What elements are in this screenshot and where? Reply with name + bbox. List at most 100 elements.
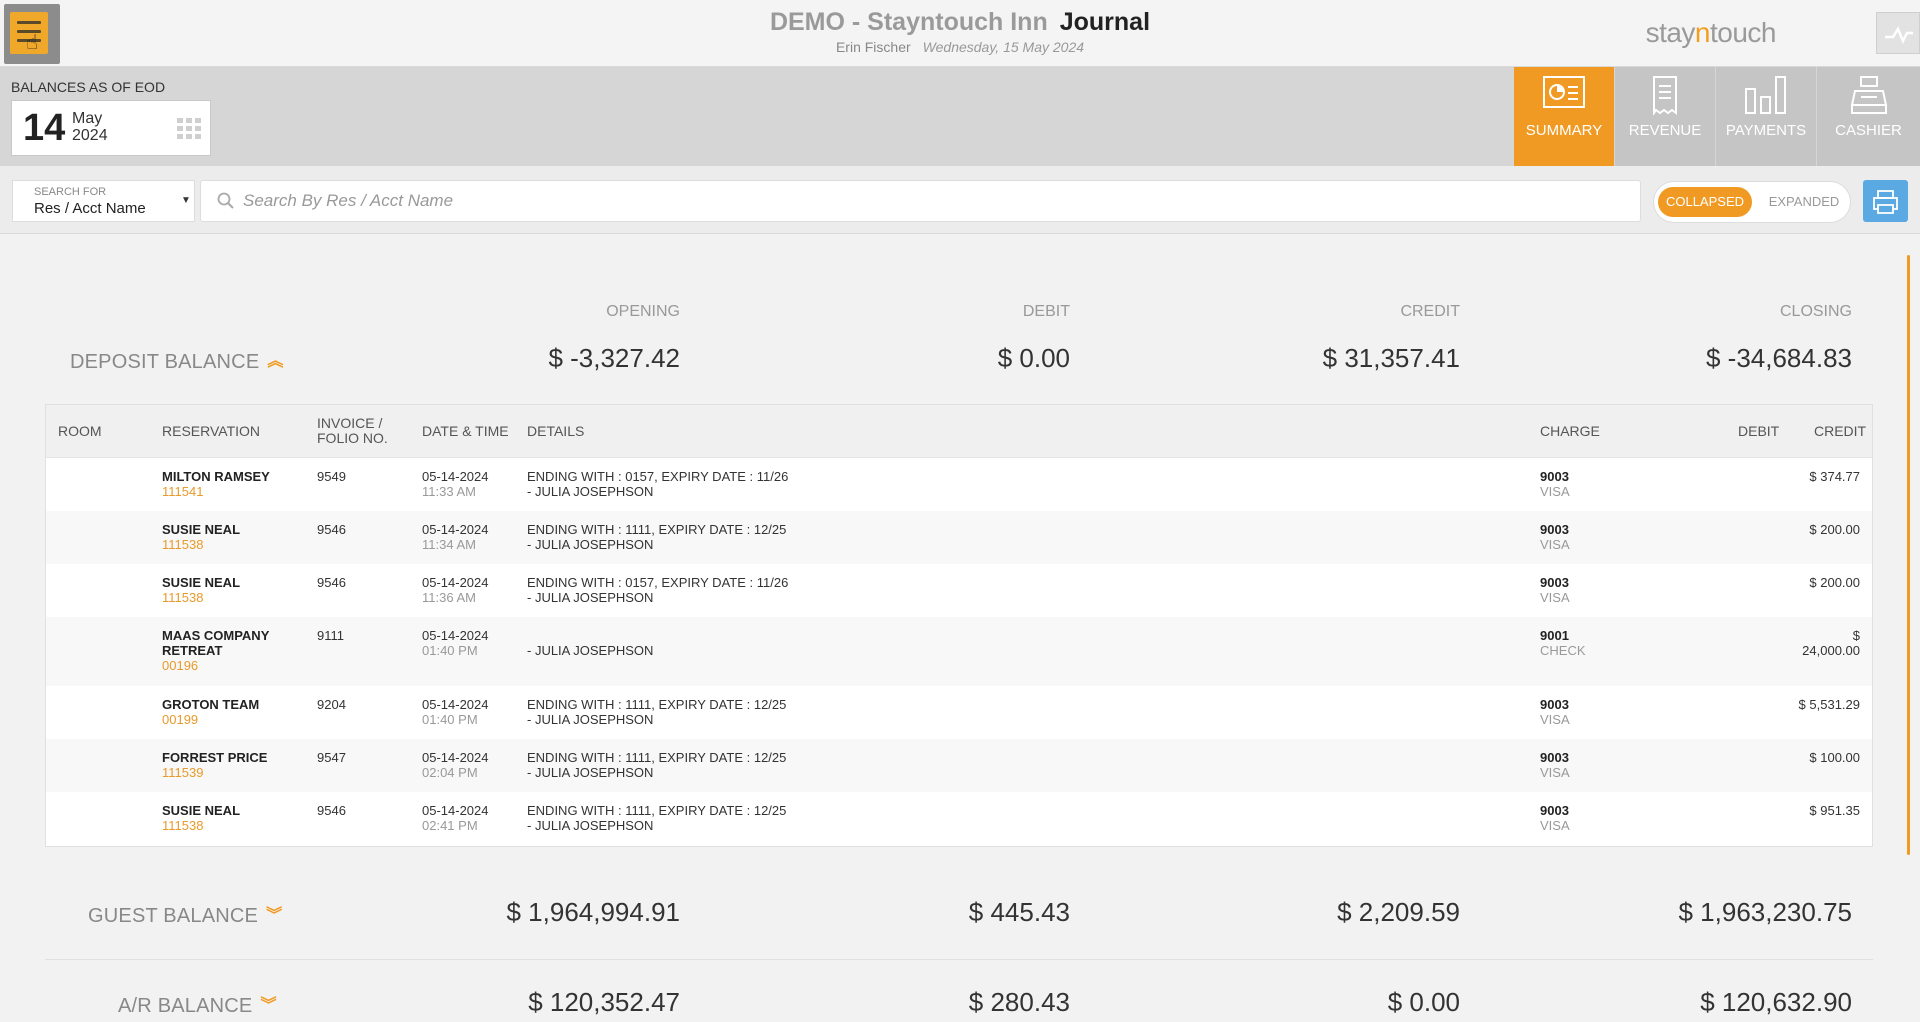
tab-payments-label: PAYMENTS — [1725, 122, 1807, 139]
search-for-select[interactable]: SEARCH FOR Res / Acct Name ▼ — [12, 180, 195, 222]
summary-chart-icon — [1543, 76, 1585, 108]
folio-number: 9204 — [317, 697, 346, 712]
tab-revenue-label: REVENUE — [1628, 122, 1702, 139]
payment-type: VISA — [1540, 484, 1570, 499]
eod-date-picker[interactable]: 14 May 2024 — [11, 100, 211, 156]
details-header: DETAILS — [527, 423, 585, 439]
expanded-option[interactable]: EXPANDED — [1764, 187, 1844, 217]
transaction-time: 11:34 AM — [422, 537, 476, 552]
reservation-cell[interactable]: GROTON TEAM 00199 — [162, 697, 282, 727]
credit-value: $ 5,531.29 — [1798, 697, 1860, 712]
table-row[interactable]: MILTON RAMSEY 111541 9549 05-14-2024 11:33 A… — [46, 458, 1872, 511]
tab-revenue[interactable]: REVENUE — [1615, 67, 1715, 166]
activity-button[interactable] — [1876, 12, 1920, 54]
date-year: 2024 — [72, 127, 108, 144]
table-row[interactable]: GROTON TEAM 00199 9204 05-14-2024 01:40 PM EN… — [46, 686, 1872, 739]
cashier-name: - JULIA JOSEPHSON — [527, 590, 654, 605]
transaction-time: 11:36 AM — [422, 590, 476, 605]
reservation-number[interactable]: 111539 — [162, 765, 282, 780]
search-field[interactable] — [200, 180, 1641, 222]
transaction-date: 05-14-2024 — [422, 522, 489, 537]
reservation-cell[interactable]: MAAS COMPANY RETREAT 00196 — [162, 628, 282, 673]
deposit-balance-toggle[interactable]: DEPOSIT BALANCE ︽ — [70, 347, 284, 374]
debit-header: DEBIT — [1738, 423, 1780, 439]
reservation-cell[interactable]: SUSIE NEAL 111538 — [162, 575, 282, 605]
reservation-number[interactable]: 111541 — [162, 484, 282, 499]
reservation-cell[interactable]: SUSIE NEAL 111538 — [162, 522, 282, 552]
table-row[interactable]: MAAS COMPANY RETREAT 00196 9111 05-14-2024 01… — [46, 617, 1872, 686]
cashier-name: - JULIA JOSEPHSON — [527, 712, 654, 727]
collapsed-option[interactable]: COLLAPSED — [1658, 187, 1752, 217]
datetime-cell: 05-14-2024 11:33 AM — [422, 469, 489, 499]
datetime-cell: 05-14-2024 02:04 PM — [422, 750, 489, 780]
date-month: May — [72, 110, 103, 127]
guest-name: SUSIE NEAL — [162, 575, 241, 590]
guest-closing: $ 1,963,230.75 — [1678, 897, 1853, 927]
table-row[interactable]: SUSIE NEAL 111538 9546 05-14-2024 02:41 PM EN… — [46, 792, 1872, 845]
tab-payments[interactable]: PAYMENTS — [1716, 67, 1816, 166]
search-input[interactable] — [243, 181, 1623, 221]
print-button[interactable] — [1863, 180, 1908, 222]
reservation-cell[interactable]: FORREST PRICE 111539 — [162, 750, 282, 780]
ar-opening: $ 120,352.47 — [528, 987, 680, 1017]
top-header: ☝ DEMO - Stayntouch Inn Journal Erin Fisc… — [0, 0, 1920, 67]
card-details — [527, 628, 653, 643]
table-row[interactable]: FORREST PRICE 111539 9547 05-14-2024 02:04 P… — [46, 739, 1872, 792]
credit-header: CREDIT — [1814, 423, 1867, 439]
reservation-cell[interactable]: SUSIE NEAL 111538 — [162, 803, 282, 833]
search-icon — [217, 192, 234, 209]
balances-bar: BALANCES AS OF EOD 14 May 2024 SUMMARY R… — [0, 67, 1920, 166]
debit-column-header: DEBIT — [1022, 303, 1070, 320]
transaction-time: 02:41 PM — [422, 818, 478, 833]
reservation-number[interactable]: 111538 — [162, 537, 282, 552]
transaction-date: 05-14-2024 — [422, 628, 489, 643]
view-toggle[interactable]: COLLAPSED EXPANDED — [1653, 181, 1851, 223]
guest-name: MILTON RAMSEY — [162, 469, 270, 484]
details-cell: ENDING WITH : 1111, EXPIRY DATE : 12/25-… — [527, 803, 786, 833]
guest-name: SUSIE NEAL — [162, 803, 241, 818]
guest-balance-toggle[interactable]: GUEST BALANCE ︾ — [88, 901, 282, 928]
tab-summary[interactable]: SUMMARY — [1514, 67, 1614, 166]
card-details: ENDING WITH : 1111, EXPIRY DATE : 12/25 — [527, 697, 787, 712]
reservation-number[interactable]: 111538 — [162, 818, 282, 833]
transaction-date: 05-14-2024 — [422, 750, 489, 765]
balance-divider — [45, 959, 1873, 960]
charge-code: 9003 — [1540, 469, 1569, 484]
balances-as-of-label: BALANCES AS OF EOD — [11, 79, 166, 95]
stayntouch-logo: stayntouch — [1645, 17, 1777, 48]
search-bar: SEARCH FOR Res / Acct Name ▼ COLLAPSED E… — [0, 166, 1920, 234]
transaction-time: 11:33 AM — [422, 484, 476, 499]
dropdown-caret-icon: ▼ — [181, 195, 191, 206]
reservation-number[interactable]: 00199 — [162, 712, 282, 727]
details-cell: ENDING WITH : 1111, EXPIRY DATE : 12/25-… — [527, 522, 786, 552]
table-row[interactable]: SUSIE NEAL 111538 9546 05-14-2024 11:36 AM EN… — [46, 564, 1872, 617]
reservation-number[interactable]: 111538 — [162, 590, 282, 605]
page-title: Journal — [1059, 8, 1151, 36]
hotel-name: DEMO - Stayntouch Inn — [769, 8, 1048, 36]
reservation-number[interactable]: 00196 — [162, 658, 282, 673]
charge-code: 9003 — [1540, 750, 1569, 765]
guest-name: FORREST PRICE — [162, 750, 268, 765]
guest-debit: $ 445.43 — [968, 897, 1070, 927]
activity-pulse-icon — [1885, 26, 1913, 45]
details-cell: ENDING WITH : 1111, EXPIRY DATE : 12/25-… — [527, 750, 786, 780]
charge-header: CHARGE — [1540, 423, 1600, 439]
invoice-header: INVOICE / FOLIO NO. — [317, 415, 388, 446]
scrollbar[interactable] — [1907, 255, 1910, 855]
card-details: ENDING WITH : 1111, EXPIRY DATE : 12/25 — [527, 803, 787, 818]
folio-number: 9111 — [317, 628, 344, 643]
tab-cashier-label: CASHIER — [1835, 122, 1902, 139]
reservation-cell[interactable]: MILTON RAMSEY 111541 — [162, 469, 282, 499]
charge-cell: 9003 VISA — [1540, 522, 1570, 552]
details-cell: - JULIA JOSEPHSON — [527, 628, 653, 658]
credit-amount: $ 951.35 — [1776, 803, 1860, 818]
credit-value: $ 200.00 — [1809, 522, 1860, 537]
transaction-time: 01:40 PM — [422, 643, 478, 658]
datetime-cell: 05-14-2024 01:40 PM — [422, 628, 489, 658]
credit-amount: $ 5,531.29 — [1776, 697, 1860, 712]
tab-cashier[interactable]: CASHIER — [1817, 67, 1920, 166]
transaction-date: 05-14-2024 — [422, 575, 489, 590]
table-row[interactable]: SUSIE NEAL 111538 9546 05-14-2024 11:34 AM EN… — [46, 511, 1872, 564]
deposit-balance-label: DEPOSIT BALANCE — [70, 351, 260, 373]
ar-balance-toggle[interactable]: A/R BALANCE ︾ — [118, 991, 277, 1018]
